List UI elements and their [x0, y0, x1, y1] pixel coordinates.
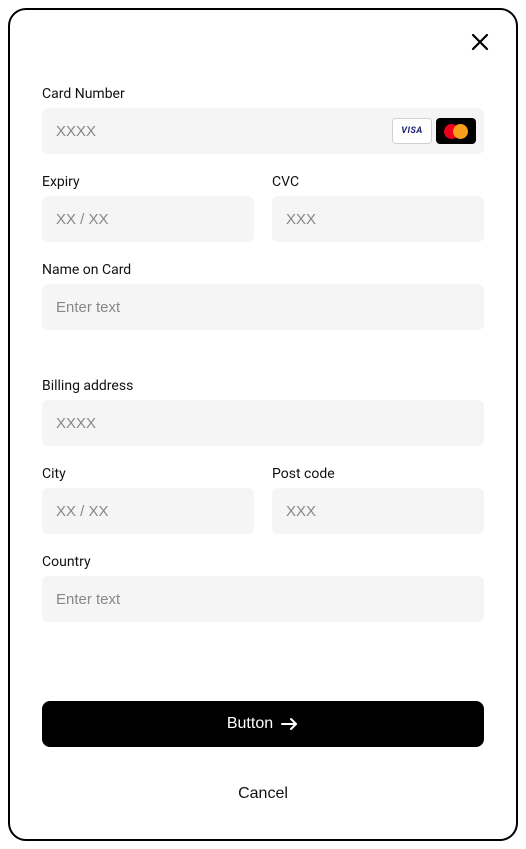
name-input-wrap — [42, 284, 484, 330]
billing-input-wrap — [42, 400, 484, 446]
expiry-input-wrap — [42, 196, 254, 242]
arrow-right-icon — [281, 717, 299, 731]
cvc-input-wrap — [272, 196, 484, 242]
card-number-input-wrap: VISA — [42, 108, 484, 154]
expiry-input[interactable] — [56, 196, 240, 242]
country-input[interactable] — [56, 576, 470, 622]
cancel-button-label: Cancel — [238, 785, 288, 802]
card-brand-icons: VISA — [392, 118, 476, 144]
card-number-field: Card Number VISA — [42, 86, 484, 154]
postcode-field: Post code — [272, 466, 484, 534]
submit-button-label: Button — [227, 715, 273, 733]
close-button[interactable] — [468, 30, 492, 54]
mastercard-icon — [436, 118, 476, 144]
cvc-field: CVC — [272, 174, 484, 242]
payment-modal: Card Number VISA Expiry — [8, 8, 518, 841]
billing-field: Billing address — [42, 378, 484, 446]
cvc-label: CVC — [272, 174, 484, 190]
expiry-label: Expiry — [42, 174, 254, 190]
visa-icon: VISA — [392, 118, 432, 144]
postcode-input[interactable] — [286, 488, 470, 534]
payment-form: Card Number VISA Expiry — [42, 86, 484, 807]
expiry-field: Expiry — [42, 174, 254, 242]
city-postcode-row: City Post code — [42, 466, 484, 534]
city-field: City — [42, 466, 254, 534]
submit-button[interactable]: Button — [42, 701, 484, 747]
city-label: City — [42, 466, 254, 482]
billing-address-input[interactable] — [56, 400, 470, 446]
name-input[interactable] — [56, 284, 470, 330]
close-icon — [471, 33, 489, 51]
cancel-button[interactable]: Cancel — [42, 767, 484, 807]
billing-label: Billing address — [42, 378, 484, 394]
country-label: Country — [42, 554, 484, 570]
city-input[interactable] — [56, 488, 240, 534]
name-field: Name on Card — [42, 262, 484, 330]
postcode-input-wrap — [272, 488, 484, 534]
cvc-input[interactable] — [286, 196, 470, 242]
country-field: Country — [42, 554, 484, 622]
card-number-label: Card Number — [42, 86, 484, 102]
expiry-cvc-row: Expiry CVC — [42, 174, 484, 242]
city-input-wrap — [42, 488, 254, 534]
country-input-wrap — [42, 576, 484, 622]
name-label: Name on Card — [42, 262, 484, 278]
postcode-label: Post code — [272, 466, 484, 482]
